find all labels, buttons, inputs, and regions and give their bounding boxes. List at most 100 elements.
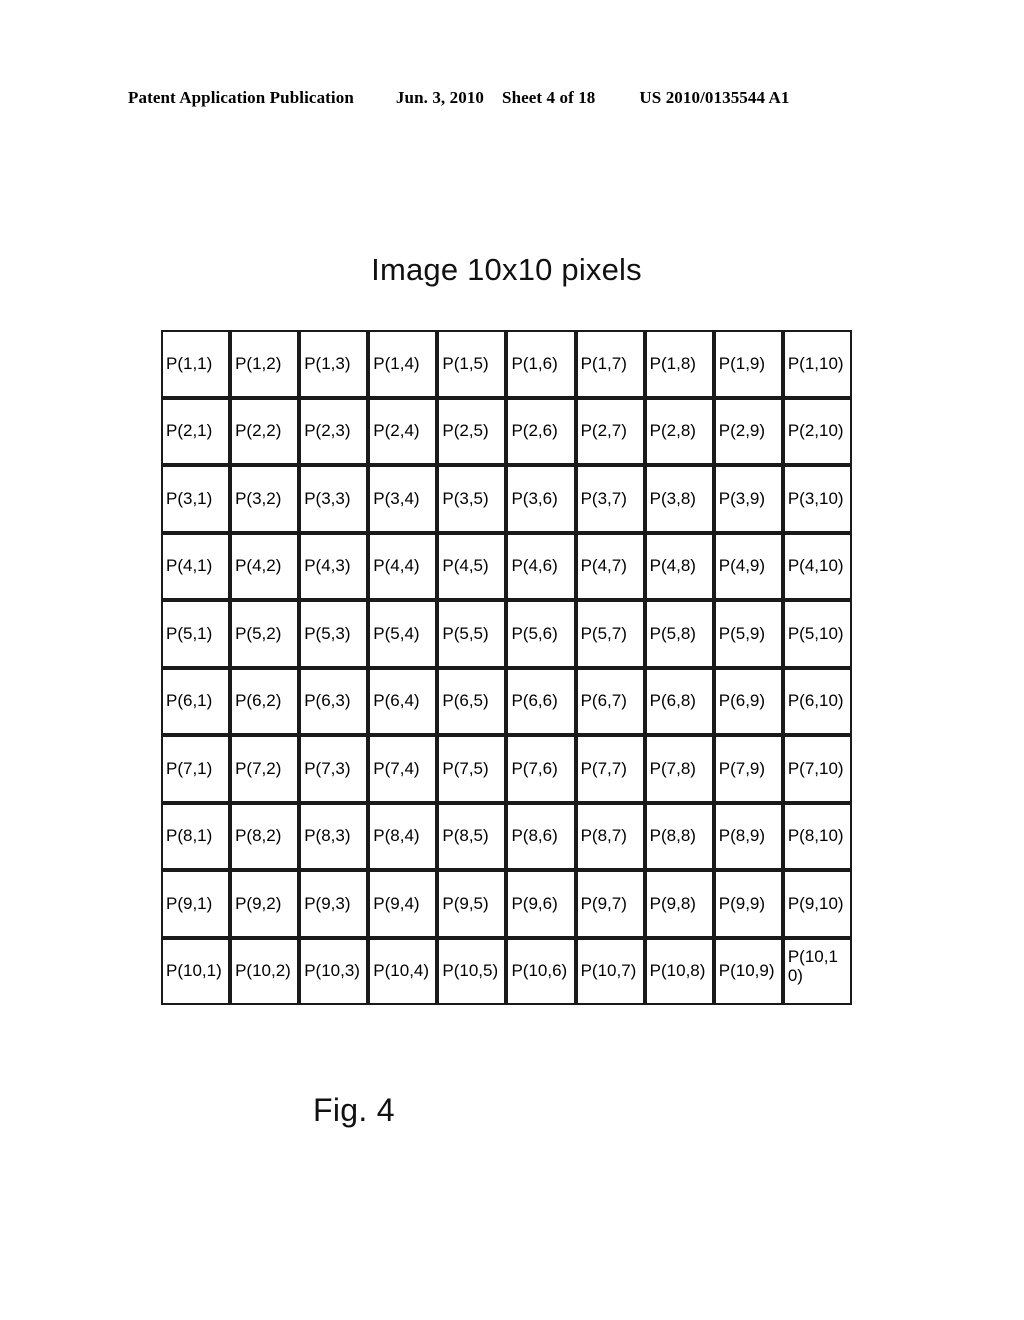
pixel-cell: P(4,2)	[230, 532, 300, 600]
pixel-cell: P(10,9)	[713, 937, 783, 1005]
pixel-cell: P(9,5)	[437, 870, 507, 938]
pixel-cell: P(10,4)	[368, 937, 438, 1005]
pixel-cell: P(4,8)	[644, 532, 714, 600]
pixel-cell: P(1,3)	[299, 330, 369, 398]
pixel-cell: P(5,7)	[575, 600, 645, 668]
pixel-cell: P(3,2)	[230, 465, 300, 533]
pixel-cell: P(4,1)	[161, 532, 231, 600]
pixel-cell: P(5,6)	[506, 600, 576, 668]
pixel-cell: P(5,10)	[782, 600, 852, 668]
pixel-cell: P(2,10)	[782, 397, 852, 465]
pixel-cell: P(2,8)	[644, 397, 714, 465]
pixel-grid-row: P(8,1) P(8,2) P(8,3) P(8,4) P(8,5) P(8,6) P(8,…	[161, 802, 852, 870]
pixel-cell: P(8,5)	[437, 802, 507, 870]
pixel-cell: P(7,2)	[230, 735, 300, 803]
pixel-cell: P(9,2)	[230, 870, 300, 938]
pixel-cell: P(9,7)	[575, 870, 645, 938]
pixel-cell: P(3,10)	[782, 465, 852, 533]
pixel-grid-row: P(3,1) P(3,2) P(3,3) P(3,4) P(3,5) P(3,6) P(3,…	[161, 465, 852, 533]
pixel-cell: P(7,8)	[644, 735, 714, 803]
pixel-cell: P(4,9)	[713, 532, 783, 600]
pixel-cell: P(1,8)	[644, 330, 714, 398]
pixel-cell: P(6,6)	[506, 667, 576, 735]
pixel-cell: P(1,10)	[782, 330, 852, 398]
pixel-cell: P(7,6)	[506, 735, 576, 803]
pixel-cell: P(6,9)	[713, 667, 783, 735]
pixel-cell: P(7,4)	[368, 735, 438, 803]
pixel-cell: P(10,8)	[644, 937, 714, 1005]
pixel-cell: P(2,6)	[506, 397, 576, 465]
pixel-cell: P(8,4)	[368, 802, 438, 870]
pixel-cell: P(10,6)	[506, 937, 576, 1005]
figure-title: Image 10x10 pixels	[371, 252, 642, 287]
pixel-cell: P(1,6)	[506, 330, 576, 398]
pixel-cell: P(6,5)	[437, 667, 507, 735]
pixel-cell: P(2,7)	[575, 397, 645, 465]
pixel-cell: P(2,4)	[368, 397, 438, 465]
pixel-cell: P(4,3)	[299, 532, 369, 600]
pixel-cell: P(8,2)	[230, 802, 300, 870]
pixel-cell: P(3,1)	[161, 465, 231, 533]
pixel-cell: P(1,7)	[575, 330, 645, 398]
patent-figure-page: Patent Application Publication Jun. 3, 2…	[0, 0, 1024, 1320]
pixel-cell: P(2,9)	[713, 397, 783, 465]
pixel-cell: P(7,10)	[782, 735, 852, 803]
pixel-cell: P(1,1)	[161, 330, 231, 398]
pixel-cell: P(4,6)	[506, 532, 576, 600]
pixel-cell: P(10,1)	[161, 937, 231, 1005]
pixel-cell: P(10,10)	[782, 937, 852, 1005]
pixel-cell: P(8,8)	[644, 802, 714, 870]
pixel-cell: P(3,7)	[575, 465, 645, 533]
patent-header: Patent Application Publication Jun. 3, 2…	[128, 88, 896, 108]
header-sheet-number: Sheet 4 of 18	[502, 88, 596, 107]
pixel-cell: P(2,3)	[299, 397, 369, 465]
pixel-grid-row: P(10,1) P(10,2) P(10,3) P(10,4) P(10,5) P(10,…	[161, 937, 852, 1005]
pixel-cell: P(7,7)	[575, 735, 645, 803]
pixel-cell: P(8,9)	[713, 802, 783, 870]
pixel-cell: P(2,2)	[230, 397, 300, 465]
pixel-cell: P(5,3)	[299, 600, 369, 668]
pixel-cell: P(4,4)	[368, 532, 438, 600]
pixel-cell: P(1,4)	[368, 330, 438, 398]
pixel-cell: P(7,9)	[713, 735, 783, 803]
pixel-cell: P(7,5)	[437, 735, 507, 803]
pixel-cell: P(8,7)	[575, 802, 645, 870]
pixel-cell: P(4,5)	[437, 532, 507, 600]
pixel-cell: P(9,3)	[299, 870, 369, 938]
pixel-cell: P(8,1)	[161, 802, 231, 870]
pixel-cell: P(10,5)	[437, 937, 507, 1005]
pixel-cell: P(1,2)	[230, 330, 300, 398]
pixel-cell: P(6,7)	[575, 667, 645, 735]
pixel-cell: P(9,6)	[506, 870, 576, 938]
pixel-cell: P(6,3)	[299, 667, 369, 735]
pixel-grid-row: P(4,1) P(4,2) P(4,3) P(4,4) P(4,5) P(4,6) P(4,…	[161, 532, 852, 600]
pixel-cell: P(5,4)	[368, 600, 438, 668]
pixel-cell: P(5,2)	[230, 600, 300, 668]
pixel-cell: P(6,4)	[368, 667, 438, 735]
pixel-cell: P(1,9)	[713, 330, 783, 398]
pixel-grid-row: P(5,1) P(5,2) P(5,3) P(5,4) P(5,5) P(5,6) P(5,…	[161, 600, 852, 668]
pixel-grid-row: P(2,1) P(2,2) P(2,3) P(2,4) P(2,5) P(2,6) P(2,…	[161, 397, 852, 465]
pixel-grid-row: P(6,1) P(6,2) P(6,3) P(6,4) P(6,5) P(6,6) P(6,…	[161, 667, 852, 735]
pixel-cell: P(3,4)	[368, 465, 438, 533]
pixel-cell: P(6,10)	[782, 667, 852, 735]
pixel-cell: P(6,1)	[161, 667, 231, 735]
pixel-cell: P(6,2)	[230, 667, 300, 735]
pixel-cell: P(3,9)	[713, 465, 783, 533]
pixel-cell: P(3,5)	[437, 465, 507, 533]
figure-caption: Fig. 4	[313, 1092, 395, 1128]
pixel-cell: P(1,5)	[437, 330, 507, 398]
pixel-cell: P(7,1)	[161, 735, 231, 803]
pixel-cell: P(10,2)	[230, 937, 300, 1005]
pixel-cell: P(3,8)	[644, 465, 714, 533]
pixel-cell: P(2,5)	[437, 397, 507, 465]
pixel-cell: P(9,8)	[644, 870, 714, 938]
pixel-cell: P(10,3)	[299, 937, 369, 1005]
pixel-cell: P(10,7)	[575, 937, 645, 1005]
pixel-cell: P(3,3)	[299, 465, 369, 533]
pixel-cell: P(9,4)	[368, 870, 438, 938]
pixel-cell: P(3,6)	[506, 465, 576, 533]
pixel-cell: P(5,8)	[644, 600, 714, 668]
pixel-cell: P(4,10)	[782, 532, 852, 600]
header-publication-date: Jun. 3, 2010	[395, 88, 485, 107]
